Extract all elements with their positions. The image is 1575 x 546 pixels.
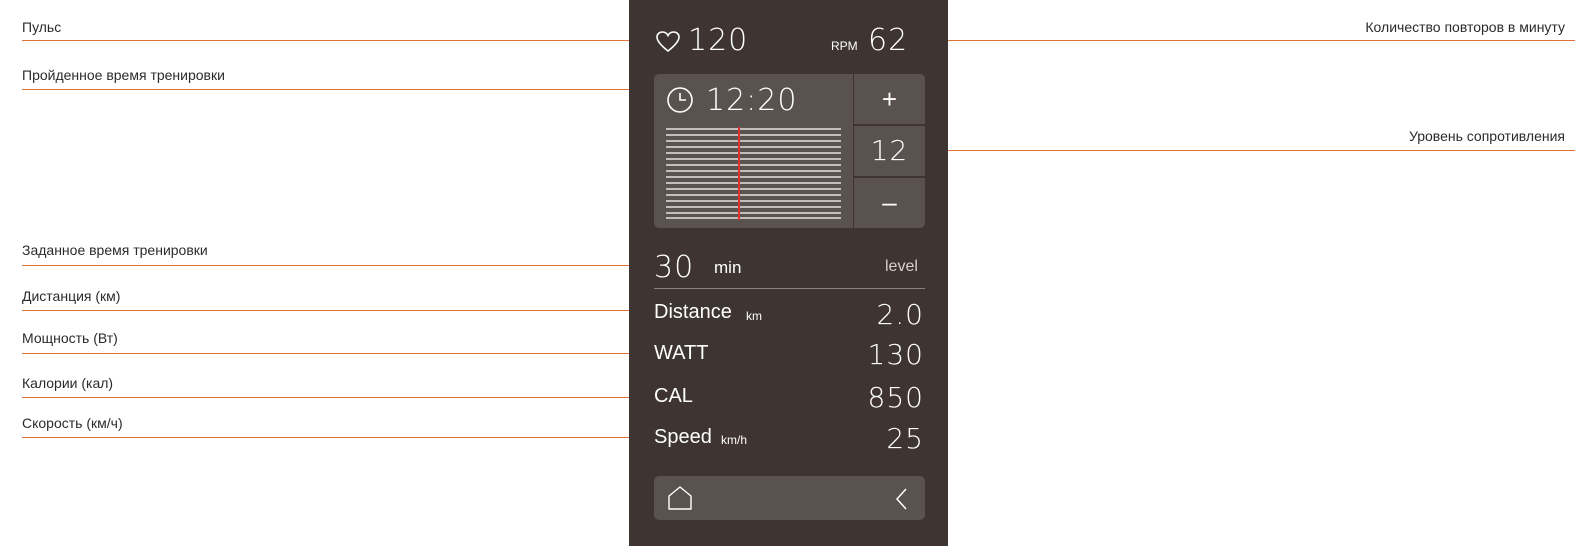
divider xyxy=(654,288,925,289)
leader-line-calories xyxy=(22,397,646,398)
annotation-calories: Калории (кал) xyxy=(22,375,114,391)
rpm-label: RPM xyxy=(831,39,858,53)
annotation-speed: Скорость (км/ч) xyxy=(22,415,123,431)
distance-value: 2.0 xyxy=(876,298,924,331)
speed-label: Speed xyxy=(654,426,712,448)
target-time-value: 30 xyxy=(654,250,695,285)
annotation-elapsed-time: Пройденное время тренировки xyxy=(22,67,225,83)
leader-line-speed xyxy=(22,437,646,438)
watt-value: 130 xyxy=(867,338,924,371)
elapsed-time-value: 12:20 xyxy=(706,83,798,118)
bottom-nav-bar xyxy=(654,476,925,520)
minutes-unit: min xyxy=(714,258,742,277)
resistance-level-value: 12 xyxy=(870,134,909,167)
speed-value: 25 xyxy=(886,422,924,455)
distance-label: Distance xyxy=(654,301,732,323)
distance-unit: km xyxy=(746,309,762,323)
annotation-power: Мощность (Вт) xyxy=(22,330,118,346)
annotation-distance: Дистанция (км) xyxy=(22,288,121,304)
annotation-rpm: Количество повторов в минуту xyxy=(1365,19,1565,35)
leader-line-elapsed-time xyxy=(22,89,646,90)
leader-line-power xyxy=(22,353,646,354)
clock-icon xyxy=(667,87,693,113)
rpm-value: 62 xyxy=(868,23,909,58)
resistance-control: + 12 – xyxy=(854,74,925,228)
leader-line-set-time xyxy=(22,265,646,266)
level-label: level xyxy=(885,258,918,275)
heart-icon xyxy=(656,31,680,53)
heart-rate-value: 120 xyxy=(688,23,749,58)
resistance-level-display: 12 xyxy=(854,126,925,176)
watt-label: WATT xyxy=(654,342,709,364)
back-chevron-icon[interactable] xyxy=(893,487,911,511)
leader-line-resistance xyxy=(936,150,1575,151)
workout-profile-graph xyxy=(666,127,841,220)
leader-line-distance xyxy=(22,310,646,311)
minus-label: – xyxy=(882,187,897,217)
decrease-resistance-button[interactable]: – xyxy=(854,178,925,228)
plus-label: + xyxy=(881,84,898,114)
annotation-set-time: Заданное время тренировки xyxy=(22,242,208,258)
increase-resistance-button[interactable]: + xyxy=(854,74,925,124)
leader-line-pulse xyxy=(22,40,644,41)
annotation-pulse: Пульс xyxy=(22,19,62,35)
cal-value: 850 xyxy=(867,381,924,414)
leader-line-rpm xyxy=(936,40,1575,41)
speed-unit: km/h xyxy=(721,433,748,447)
home-icon[interactable] xyxy=(666,484,694,512)
annotation-resistance: Уровень сопротивления xyxy=(1408,128,1565,144)
cal-label: CAL xyxy=(654,385,693,407)
